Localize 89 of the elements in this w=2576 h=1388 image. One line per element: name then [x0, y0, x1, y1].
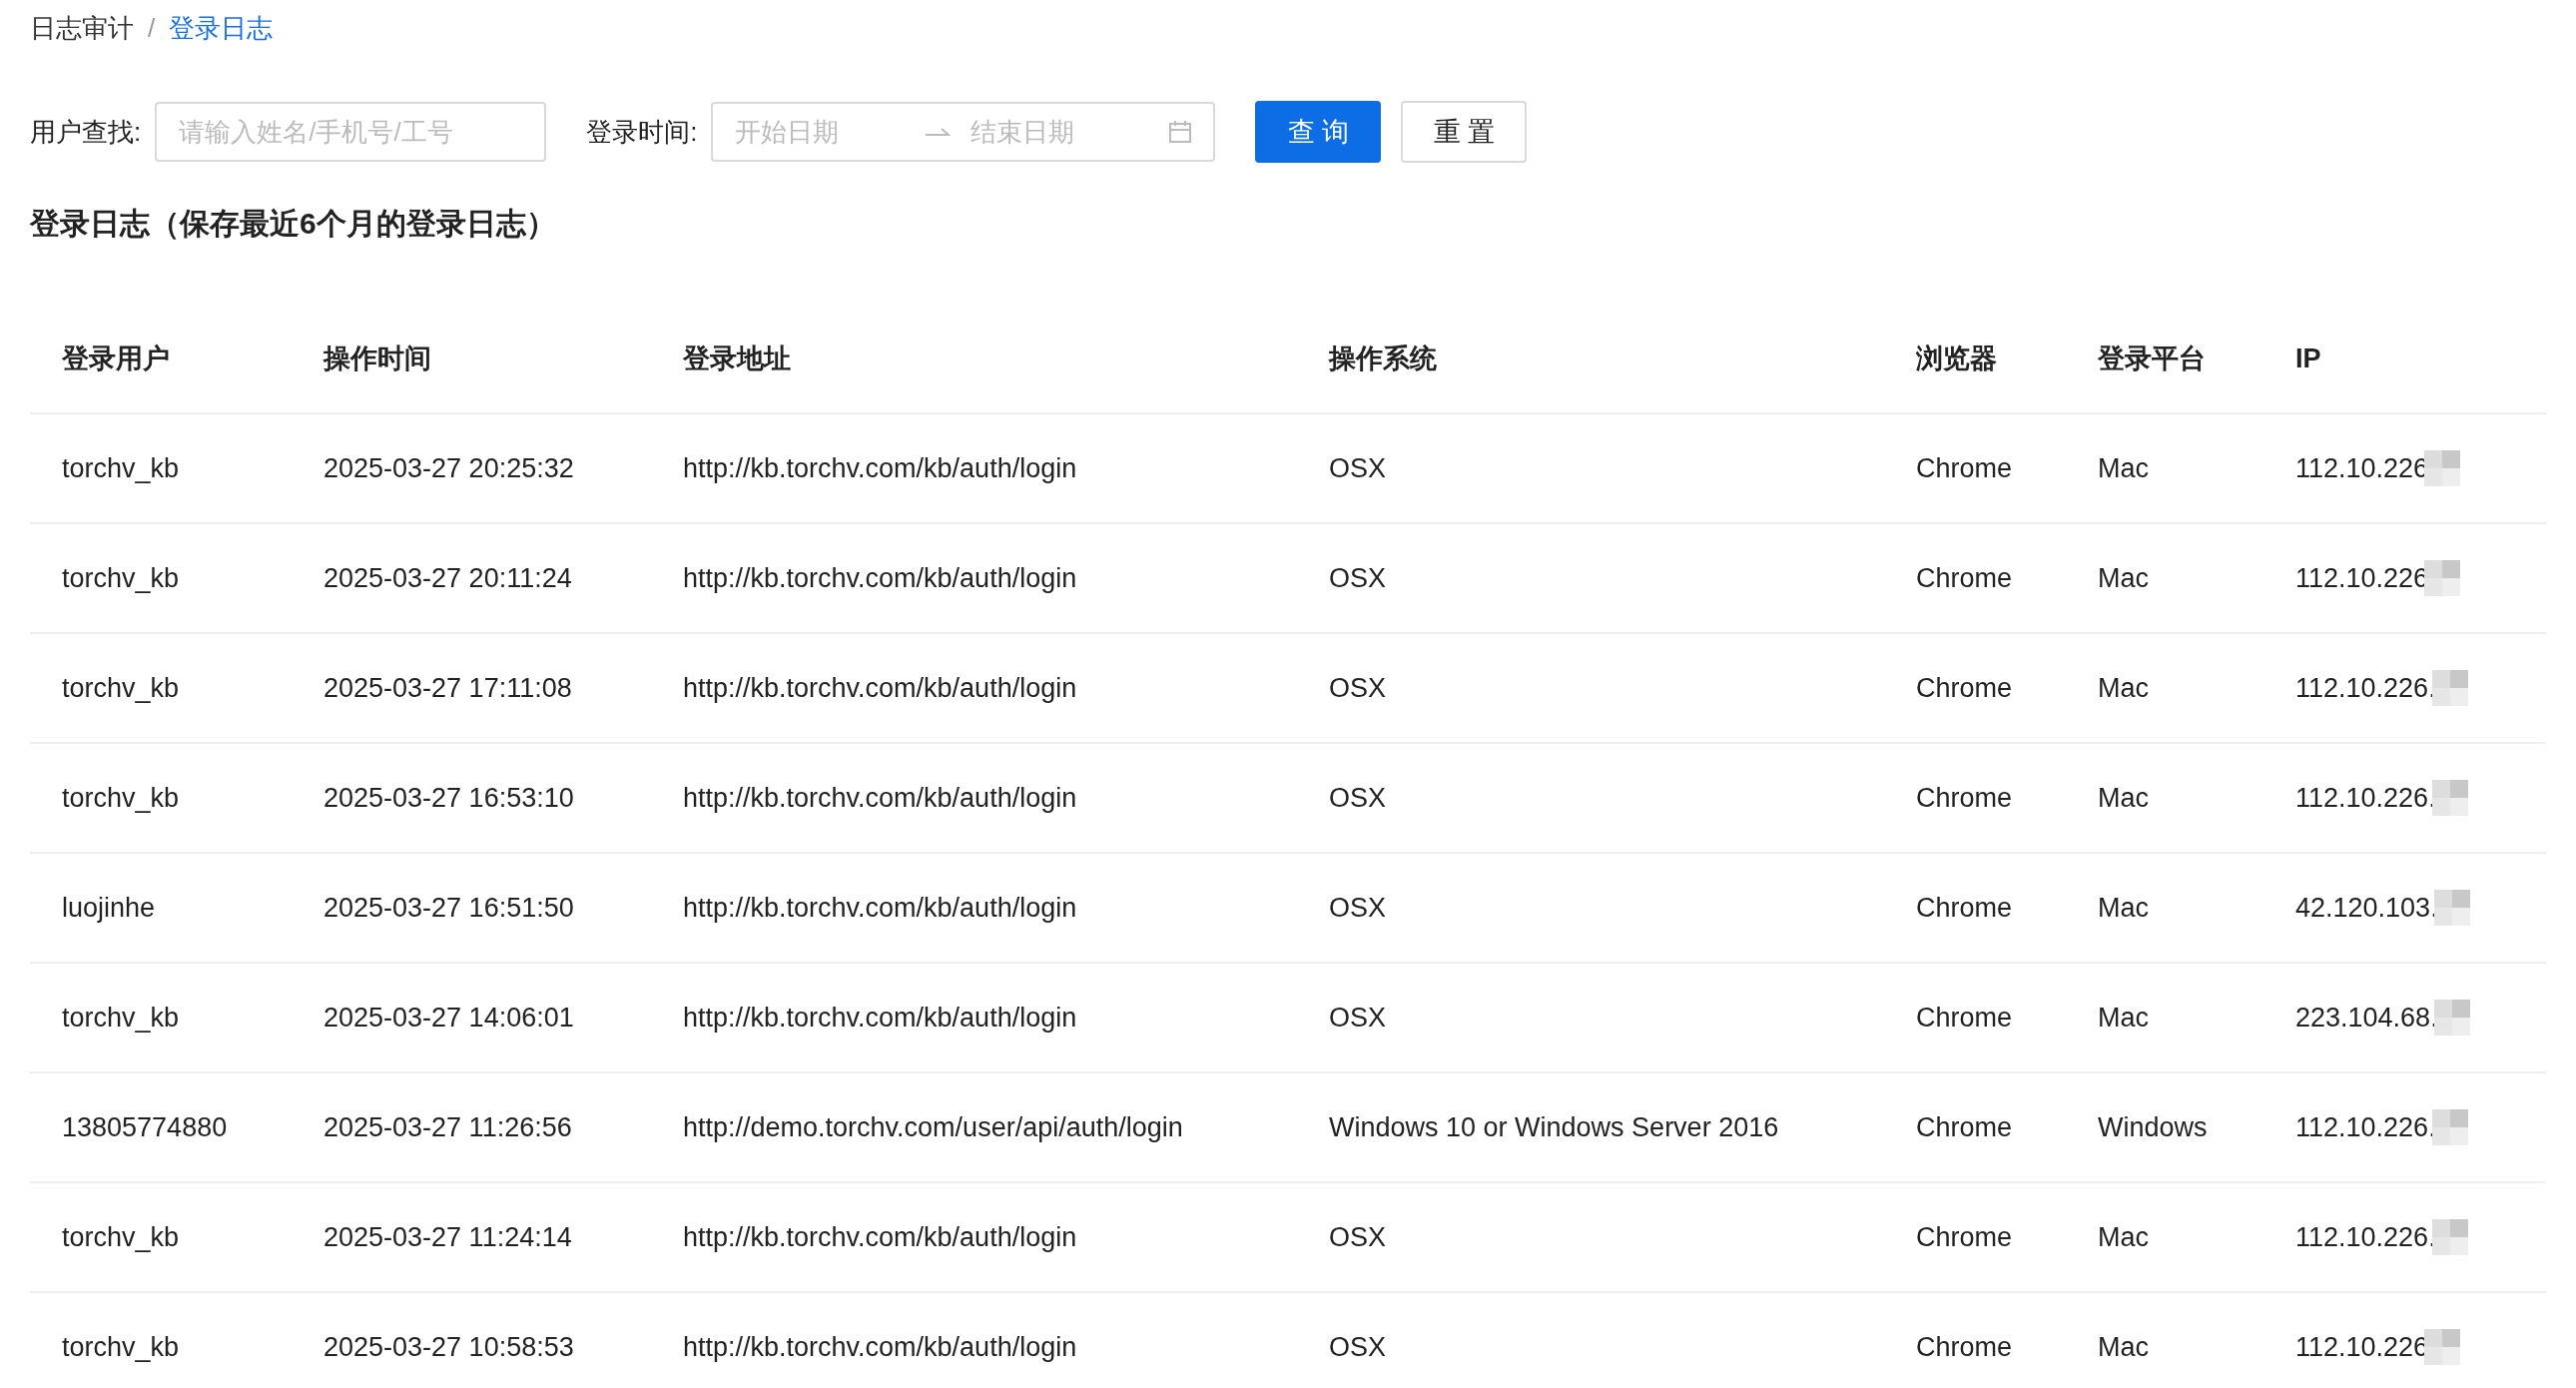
redaction-mosaic [2431, 1219, 2468, 1255]
table-cell: Chrome [1916, 1111, 2013, 1142]
field-label: 登录时间: [586, 115, 698, 149]
table-cell: luojinhe [62, 892, 156, 923]
table-cell: Mac [2098, 562, 2149, 593]
column-header: 操作时间 [322, 343, 432, 375]
breadcrumb-separator: / [148, 12, 156, 44]
breadcrumb-item[interactable]: 登录日志 [169, 10, 274, 46]
table-cell: torchv_kb [62, 562, 180, 593]
column-header: 登录平台 [2096, 343, 2207, 375]
redaction-mosaic [2433, 1000, 2470, 1036]
table-cell: 112.10.226. [2295, 672, 2436, 704]
table-cell: http://kb.torchv.com/kb/auth/login [683, 782, 1077, 813]
table-cell: Chrome [1916, 892, 2013, 923]
table-cell: OSX [1329, 782, 1387, 813]
table-cell: 112.10.226 [2295, 452, 2429, 484]
table-cell: 112.10.226 [2295, 562, 2429, 594]
table-cell: http://kb.torchv.com/kb/auth/login [683, 1221, 1077, 1252]
table-cell: Windows [2098, 1111, 2208, 1142]
table-cell: Mac [2098, 1002, 2149, 1033]
table-cell: Chrome [1916, 1331, 2013, 1362]
field-label: 用户查找: [30, 115, 142, 149]
column-header: 登录用户 [60, 343, 171, 375]
table-cell: http://kb.torchv.com/kb/auth/login [683, 562, 1077, 593]
redaction-mosaic [2424, 560, 2461, 596]
calendar-icon [1167, 119, 1194, 145]
table-cell: Chrome [1916, 1002, 2013, 1033]
search-field[interactable]: 请输入姓名/手机号/工号 [155, 102, 547, 162]
table-cell: 2025-03-27 16:53:10 [323, 782, 574, 813]
table-cell: 2025-03-27 14:06:01 [323, 1002, 574, 1033]
column-header: 操作系统 [1327, 343, 1438, 375]
table-cell: 223.104.68. [2295, 1002, 2438, 1034]
table-cell: Mac [2098, 1331, 2149, 1362]
table-cell: Mac [2098, 672, 2149, 703]
table-cell: torchv_kb [62, 1002, 180, 1033]
query-button[interactable]: 查 询 [1255, 101, 1382, 163]
table-cell: torchv_kb [62, 782, 180, 813]
redaction-mosaic [2424, 450, 2461, 486]
table-cell: http://kb.torchv.com/kb/auth/login [683, 452, 1077, 483]
table-cell: OSX [1329, 1221, 1387, 1252]
table-cell: 112.10.226. [2295, 1111, 2436, 1143]
table-cell: 2025-03-27 11:24:14 [323, 1221, 572, 1252]
redaction-mosaic [2433, 890, 2470, 926]
table-cell: 2025-03-27 11:26:56 [323, 1111, 572, 1142]
table-cell: torchv_kb [62, 1221, 180, 1252]
table-cell: Mac [2098, 892, 2149, 923]
table-cell: Mac [2098, 452, 2149, 483]
redaction-mosaic [2431, 780, 2468, 816]
table-cell: 2025-03-27 10:58:53 [323, 1331, 574, 1362]
table-cell: 2025-03-27 17:11:08 [323, 672, 572, 703]
redaction-mosaic [2424, 1329, 2461, 1365]
table-cell: 2025-03-27 20:25:32 [323, 452, 574, 483]
column-header: IP [2294, 343, 2322, 374]
table-cell: Chrome [1916, 562, 2013, 593]
redaction-mosaic [2431, 1109, 2468, 1145]
table-cell: http://kb.torchv.com/kb/auth/login [683, 1002, 1077, 1033]
table-cell: Mac [2098, 782, 2149, 813]
column-header: 登录地址 [681, 343, 792, 375]
table-cell: http://kb.torchv.com/kb/auth/login [683, 1331, 1077, 1362]
table-cell: http://demo.torchv.com/user/api/auth/login [683, 1111, 1183, 1142]
table-cell: OSX [1329, 1331, 1387, 1362]
table-cell: OSX [1329, 562, 1387, 593]
table-cell: torchv_kb [62, 452, 180, 483]
redaction-mosaic [2431, 670, 2468, 706]
table-cell: Windows 10 or Windows Server 2016 [1329, 1111, 1779, 1142]
table-cell: OSX [1329, 1002, 1387, 1033]
table-cell: torchv_kb [62, 1331, 180, 1362]
table-cell: 2025-03-27 20:11:24 [323, 562, 572, 593]
breadcrumb-item[interactable]: 日志审计 [30, 10, 134, 46]
table-cell: 42.120.103. [2295, 892, 2438, 924]
table-cell: Chrome [1916, 672, 2013, 703]
table-cell: OSX [1329, 892, 1387, 923]
column-header: 浏览器 [1915, 343, 1998, 375]
table-cell: Chrome [1916, 782, 2013, 813]
table-cell: 112.10.226 [2295, 1331, 2429, 1363]
table-cell: Mac [2098, 1221, 2149, 1252]
table-cell: OSX [1329, 452, 1387, 483]
table-cell: Chrome [1916, 1221, 2013, 1252]
table-cell: 112.10.226. [2295, 1221, 2436, 1253]
table-cell: OSX [1329, 672, 1387, 703]
table-cell: 2025-03-27 16:51:50 [323, 892, 574, 923]
reset-button[interactable]: 重 置 [1401, 101, 1528, 163]
table-cell: 13805774880 [62, 1111, 228, 1142]
table-cell: http://kb.torchv.com/kb/auth/login [683, 892, 1077, 923]
section-title: 登录日志（保存最近6个月的登录日志） [30, 206, 557, 242]
table-cell: http://kb.torchv.com/kb/auth/login [683, 672, 1077, 703]
table-cell: Chrome [1916, 452, 2013, 483]
table-cell: torchv_kb [62, 672, 180, 703]
table-cell: 112.10.226. [2295, 782, 2436, 814]
